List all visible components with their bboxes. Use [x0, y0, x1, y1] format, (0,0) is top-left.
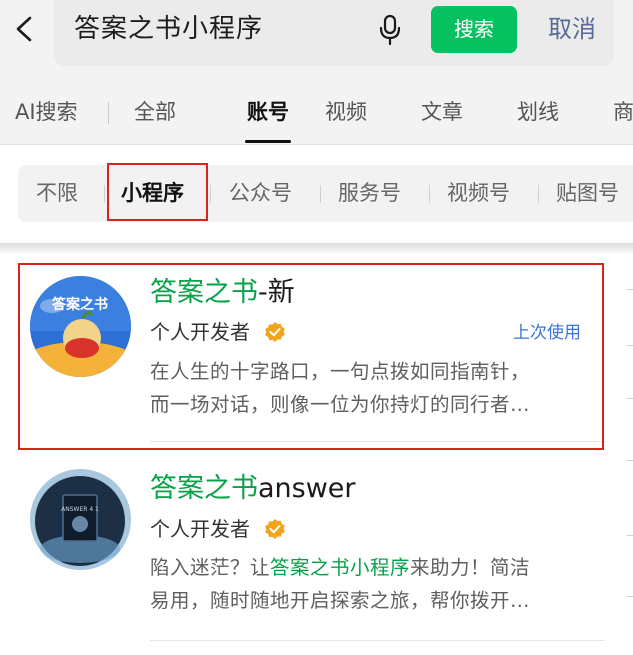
developer-label: 个人开发者	[150, 517, 250, 541]
developer-label: 个人开发者	[150, 320, 250, 344]
category-tabs: AI搜索 全部 账号 视频 文章 划线 商	[0, 72, 633, 144]
edge-mark	[627, 596, 633, 597]
recently-used-tag: 上次使用	[513, 323, 581, 343]
filter-separator	[104, 185, 105, 203]
result-divider	[150, 640, 605, 641]
search-header: 答案之书小程序 搜索 取消	[0, 0, 633, 72]
verified-badge-icon	[265, 519, 285, 539]
filter-image-posts[interactable]: 贴图号	[556, 179, 619, 207]
description-highlight: 答案之书小程序	[270, 556, 411, 579]
filter-channels[interactable]: 视频号	[447, 179, 510, 207]
edge-mark	[627, 289, 633, 290]
answer-book-avatar: ANSWER 4 1	[30, 469, 131, 570]
avatar-title: ANSWER 4 1	[61, 506, 99, 513]
result-title: 答案之书-新	[150, 276, 295, 310]
search-button[interactable]: 搜索	[431, 6, 517, 53]
edge-mark	[627, 535, 633, 536]
description-line: 陷入迷茫？让答案之书小程序来助力！简洁	[150, 552, 580, 584]
tab-shop[interactable]: 商	[613, 98, 633, 126]
back-button[interactable]	[8, 10, 42, 48]
active-tab-indicator	[245, 140, 291, 143]
result-card[interactable]: 答案之书 答案之书-新 个人开发者 上次使用 在人生的十字路口，一句点拨如同指南…	[0, 262, 633, 450]
filter-service-account[interactable]: 服务号	[338, 179, 401, 207]
description-line: 而一场对话，则像一位为你持灯的同行者…	[150, 393, 531, 416]
tab-all[interactable]: 全部	[134, 98, 176, 126]
result-title: 答案之书answer	[150, 472, 356, 506]
tab-articles[interactable]: 文章	[421, 98, 463, 126]
filter-separator	[320, 185, 321, 203]
tab-accounts[interactable]: 账号	[247, 98, 289, 126]
cancel-button[interactable]: 取消	[548, 12, 596, 46]
description-line: 易用，随时随地开启探索之旅，帮你拨开…	[150, 589, 531, 612]
verified-badge-icon	[265, 322, 285, 342]
title-highlight: 答案之书	[150, 277, 258, 308]
result-card[interactable]: ANSWER 4 1 答案之书answer 个人开发者 陷入迷茫？让答案之书小程…	[0, 466, 633, 646]
result-divider	[150, 441, 605, 442]
description-suffix: 来助力！简洁	[410, 556, 531, 579]
filter-bar	[18, 165, 633, 222]
section-shadow	[0, 243, 633, 255]
search-input[interactable]: 答案之书小程序	[74, 12, 263, 46]
microphone-icon	[379, 14, 401, 46]
title-suffix: answer	[258, 473, 356, 504]
edge-mark	[627, 345, 633, 346]
title-suffix: -新	[258, 277, 295, 308]
filter-official-account[interactable]: 公众号	[229, 179, 292, 207]
filter-separator	[210, 185, 211, 203]
chevron-left-icon	[16, 16, 32, 42]
filter-mini-program[interactable]: 小程序	[121, 179, 184, 207]
title-highlight: 答案之书	[150, 473, 258, 504]
mini-program-avatar: 答案之书	[30, 276, 131, 377]
tab-divider	[108, 102, 109, 124]
description-prefix: 陷入迷茫？让	[150, 556, 271, 579]
edge-mark	[627, 398, 633, 399]
edge-mark	[627, 460, 633, 461]
account-type-filter: 不限 小程序 公众号 服务号 视频号 贴图号	[0, 145, 633, 243]
mini-program-avatar: ANSWER 4 1	[30, 469, 131, 570]
tab-highlights[interactable]: 划线	[517, 98, 559, 126]
filter-separator	[429, 185, 430, 203]
filter-any[interactable]: 不限	[36, 179, 78, 207]
avatar-title: 答案之书	[52, 296, 108, 313]
description-line: 在人生的十字路口，一句点拨如同指南针，	[150, 360, 531, 383]
filter-separator	[538, 185, 539, 203]
tab-videos[interactable]: 视频	[325, 98, 367, 126]
tab-ai-search[interactable]: AI搜索	[15, 98, 78, 126]
voice-input-button[interactable]	[376, 13, 404, 47]
book-of-answers-avatar: 答案之书	[30, 276, 131, 377]
